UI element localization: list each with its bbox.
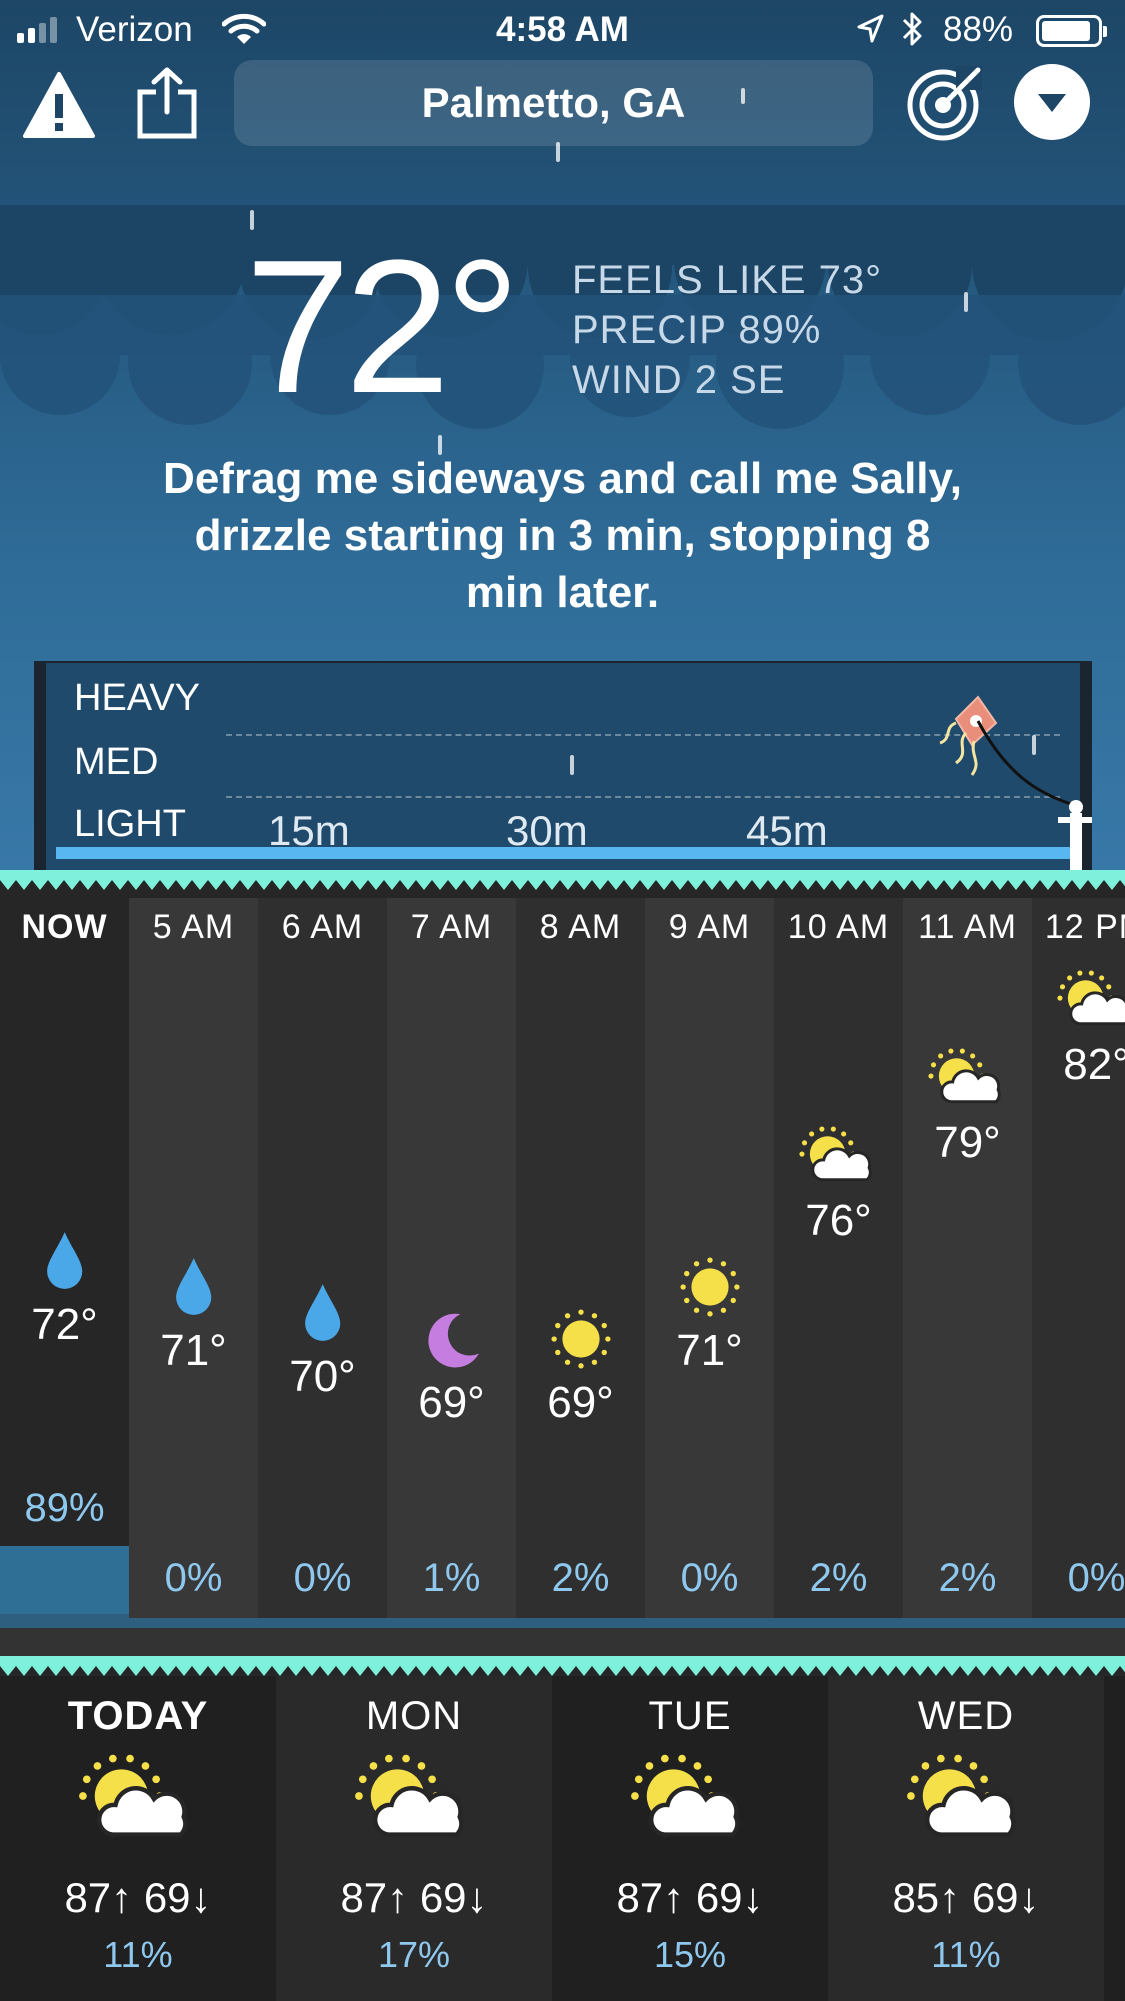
hourly-forecast[interactable]: NOW 72° 89% 5 AM 71° 0% 6 AM 70° 0% 7 AM… [0, 898, 1125, 1658]
hour-temperature: 71° [160, 1326, 227, 1375]
kite-flyer-illustration [939, 695, 1092, 873]
battery-level-fill [1042, 21, 1090, 41]
hour-precip-chance: 0% [1067, 1556, 1125, 1600]
current-temperature: 72° [245, 221, 520, 433]
status-bar: Verizon 4:58 AM 88% [0, 0, 1125, 60]
hour-precip-chance: 2% [551, 1556, 610, 1600]
sun-icon [645, 1256, 774, 1318]
day-precip-chance: 11% [103, 1934, 173, 1975]
hour-label: 10 AM [787, 908, 890, 946]
raindrop-icon [129, 1256, 258, 1318]
feels-like: FEELS LIKE 73° [572, 258, 883, 302]
precip-level-light: LIGHT [74, 803, 186, 845]
hour-column[interactable]: NOW 72° 89% [0, 898, 129, 1618]
day-high-low: 87↑ 69↓ [64, 1874, 212, 1921]
hour-label: 8 AM [539, 908, 622, 946]
hour-column[interactable]: 11 AM 79° 2% [903, 898, 1032, 1618]
precip-chance: PRECIP 89% [572, 308, 822, 352]
day-precip-chance: 15% [653, 1934, 727, 1975]
day-high-low: 87↑ 69↓ [616, 1874, 764, 1921]
day-name: TUE [648, 1694, 732, 1738]
hour-label: 5 AM [152, 908, 235, 946]
moon-icon [387, 1308, 516, 1370]
battery-percentage: 88% [943, 10, 1014, 49]
hour-precip-chance: 0% [164, 1556, 223, 1600]
bluetooth-icon [902, 12, 922, 46]
hour-temperature: 72° [31, 1300, 98, 1349]
hour-column[interactable]: 10 AM 76° 2% [774, 898, 903, 1618]
hour-label: 9 AM [668, 908, 751, 946]
hour-temperature: 70° [289, 1352, 356, 1401]
chevron-down-icon [1038, 94, 1066, 112]
day-name: WED [917, 1694, 1015, 1738]
day-high-low: 85↑ 69↓ [892, 1874, 1040, 1921]
hour-label: 7 AM [410, 908, 493, 946]
hourly-footer [0, 1628, 1125, 1658]
weather-alert-icon[interactable] [22, 70, 96, 140]
partly-cloudy-icon [774, 1126, 903, 1186]
partly-cloudy-icon [1032, 970, 1125, 1030]
location-selector[interactable]: Palmetto, GA [234, 60, 873, 146]
hour-temperature: 76° [805, 1196, 872, 1245]
hour-precip-chance: 0% [680, 1556, 739, 1600]
dropdown-menu-button[interactable] [1014, 64, 1090, 140]
raindrop-icon [258, 1282, 387, 1344]
share-icon[interactable] [132, 66, 202, 140]
hour-column[interactable]: 12 PM 82° 0% [1032, 898, 1125, 1618]
day-column[interactable]: TUE 87↑ 69↓ 15% [552, 1676, 828, 2001]
hour-precip-chance: 89% [24, 1486, 105, 1530]
daily-forecast[interactable]: TODAY 87↑ 69↓ 11% MON 87↑ 69↓ 17% TUE 87… [0, 1676, 1125, 2001]
day-precip-chance: 11% [931, 1934, 1001, 1975]
wind: WIND 2 SE [572, 358, 786, 402]
hour-label: 12 PM [1044, 908, 1125, 946]
forecast-summary: Defrag me sideways and call me Sally, dr… [163, 454, 962, 617]
partly-cloudy-icon [903, 1048, 1032, 1108]
rain-streak [741, 88, 745, 104]
hour-label: 6 AM [281, 908, 364, 946]
rain-streak [556, 142, 560, 162]
rain-streak [570, 755, 574, 775]
hour-temperature: 79° [934, 1118, 1001, 1167]
partly-cloudy-icon [828, 1754, 1104, 1844]
hour-temperature: 71° [676, 1326, 743, 1375]
precipitation-minute-chart[interactable]: HEAVY MED LIGHT 15m 30m 45m [34, 661, 1092, 873]
partly-cloudy-icon [276, 1754, 552, 1844]
day-column[interactable]: MON 87↑ 69↓ 17% [276, 1676, 552, 2001]
location-services-icon [857, 14, 884, 43]
day-high-low: 87↑ 69↓ [340, 1874, 488, 1921]
hour-precip-chance: 0% [293, 1556, 352, 1600]
precip-level-med: MED [74, 741, 159, 783]
day-name: TODAY [67, 1694, 209, 1738]
radar-icon[interactable] [906, 64, 984, 142]
hour-precip-chance: 1% [422, 1556, 481, 1600]
hour-label: 11 AM [918, 908, 1017, 946]
day-column[interactable]: WED 85↑ 69↓ 11% [828, 1676, 1104, 2001]
precip-level-heavy: HEAVY [74, 677, 201, 719]
raindrop-icon [0, 1230, 129, 1292]
partly-cloudy-icon [552, 1754, 828, 1844]
hour-label: NOW [21, 908, 108, 946]
day-name: MON [365, 1694, 463, 1738]
hour-column[interactable]: 6 AM 70° 0% [258, 898, 387, 1618]
partly-cloudy-icon [0, 1754, 276, 1844]
rain-streak [964, 292, 968, 312]
hour-temperature: 82° [1063, 1040, 1125, 1089]
cloud-band-decoration [0, 205, 1125, 429]
hour-column[interactable]: 5 AM 71° 0% [129, 898, 258, 1618]
hour-precip-chance: 2% [938, 1556, 997, 1600]
day-precip-chance: 17% [377, 1934, 451, 1975]
current-conditions-panel: Verizon 4:58 AM 88% Palmetto, GA 72° FEE… [0, 0, 1125, 878]
hour-temperature: 69° [418, 1378, 485, 1427]
hour-precip-chance: 2% [809, 1556, 868, 1600]
day-column[interactable]: TODAY 87↑ 69↓ 11% [0, 1676, 276, 2001]
hour-column[interactable]: 9 AM 71° 0% [645, 898, 774, 1618]
hour-column[interactable]: 7 AM 69° 1% [387, 898, 516, 1618]
sun-icon [516, 1308, 645, 1370]
hour-column[interactable]: 8 AM 69° 2% [516, 898, 645, 1618]
wave-divider [0, 870, 1125, 890]
hour-temperature: 69° [547, 1378, 614, 1427]
precipitation-level-bar [56, 847, 1070, 859]
battery-icon [1036, 15, 1107, 47]
